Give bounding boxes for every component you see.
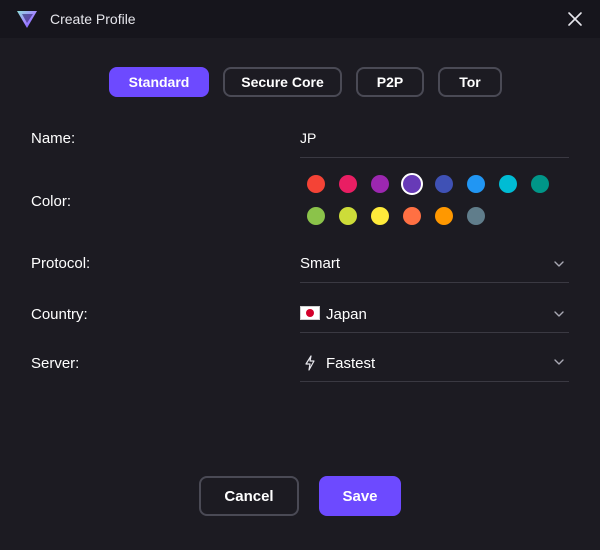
color-swatch-yellow[interactable] <box>371 207 389 225</box>
server-dropdown[interactable]: Fastest <box>300 346 569 382</box>
chevron-down-icon <box>554 261 564 267</box>
save-button[interactable]: Save <box>319 476 401 516</box>
proton-vpn-logo-icon <box>17 11 37 28</box>
title-bar: Create Profile <box>0 0 600 38</box>
color-swatch-cyan[interactable] <box>499 175 517 193</box>
name-label: Name: <box>31 130 76 147</box>
server-value: Fastest <box>326 355 376 372</box>
chevron-down-icon <box>554 359 564 365</box>
color-swatch-orange-red[interactable] <box>403 207 421 225</box>
color-label: Color: <box>31 193 72 210</box>
lightning-bolt-icon <box>305 355 315 371</box>
protocol-value: Smart <box>300 255 341 272</box>
close-icon[interactable] <box>565 9 585 29</box>
chevron-down-icon <box>554 311 564 317</box>
window-title: Create Profile <box>50 11 136 27</box>
country-label: Country: <box>31 306 88 323</box>
color-swatch-blue-grey[interactable] <box>467 207 485 225</box>
name-field[interactable]: JP <box>300 122 569 158</box>
color-swatch-orange[interactable] <box>435 207 453 225</box>
color-swatch-teal[interactable] <box>531 175 549 193</box>
color-swatch-light-green[interactable] <box>307 207 325 225</box>
protocol-label: Protocol: <box>31 255 91 272</box>
country-dropdown[interactable]: Japan <box>300 297 569 333</box>
protocol-dropdown[interactable]: Smart <box>300 246 569 283</box>
japan-flag-icon <box>300 306 320 320</box>
cancel-button[interactable]: Cancel <box>199 476 299 516</box>
tab-tor[interactable]: Tor <box>438 67 502 97</box>
tab-secure-core[interactable]: Secure Core <box>223 67 342 97</box>
name-value: JP <box>300 130 317 146</box>
color-swatch-deep-purple-selected[interactable] <box>401 173 423 195</box>
tab-standard[interactable]: Standard <box>109 67 209 97</box>
tab-p2p[interactable]: P2P <box>356 67 424 97</box>
color-swatch-blue[interactable] <box>467 175 485 193</box>
country-value: Japan <box>326 306 367 323</box>
color-swatch-indigo[interactable] <box>435 175 453 193</box>
color-swatch-lime[interactable] <box>339 207 357 225</box>
color-swatch-red[interactable] <box>307 175 325 193</box>
profile-type-tabs: Standard Secure Core P2P Tor <box>0 67 600 98</box>
color-swatch-pink[interactable] <box>339 175 357 193</box>
color-swatch-purple[interactable] <box>371 175 389 193</box>
server-label: Server: <box>31 355 80 372</box>
